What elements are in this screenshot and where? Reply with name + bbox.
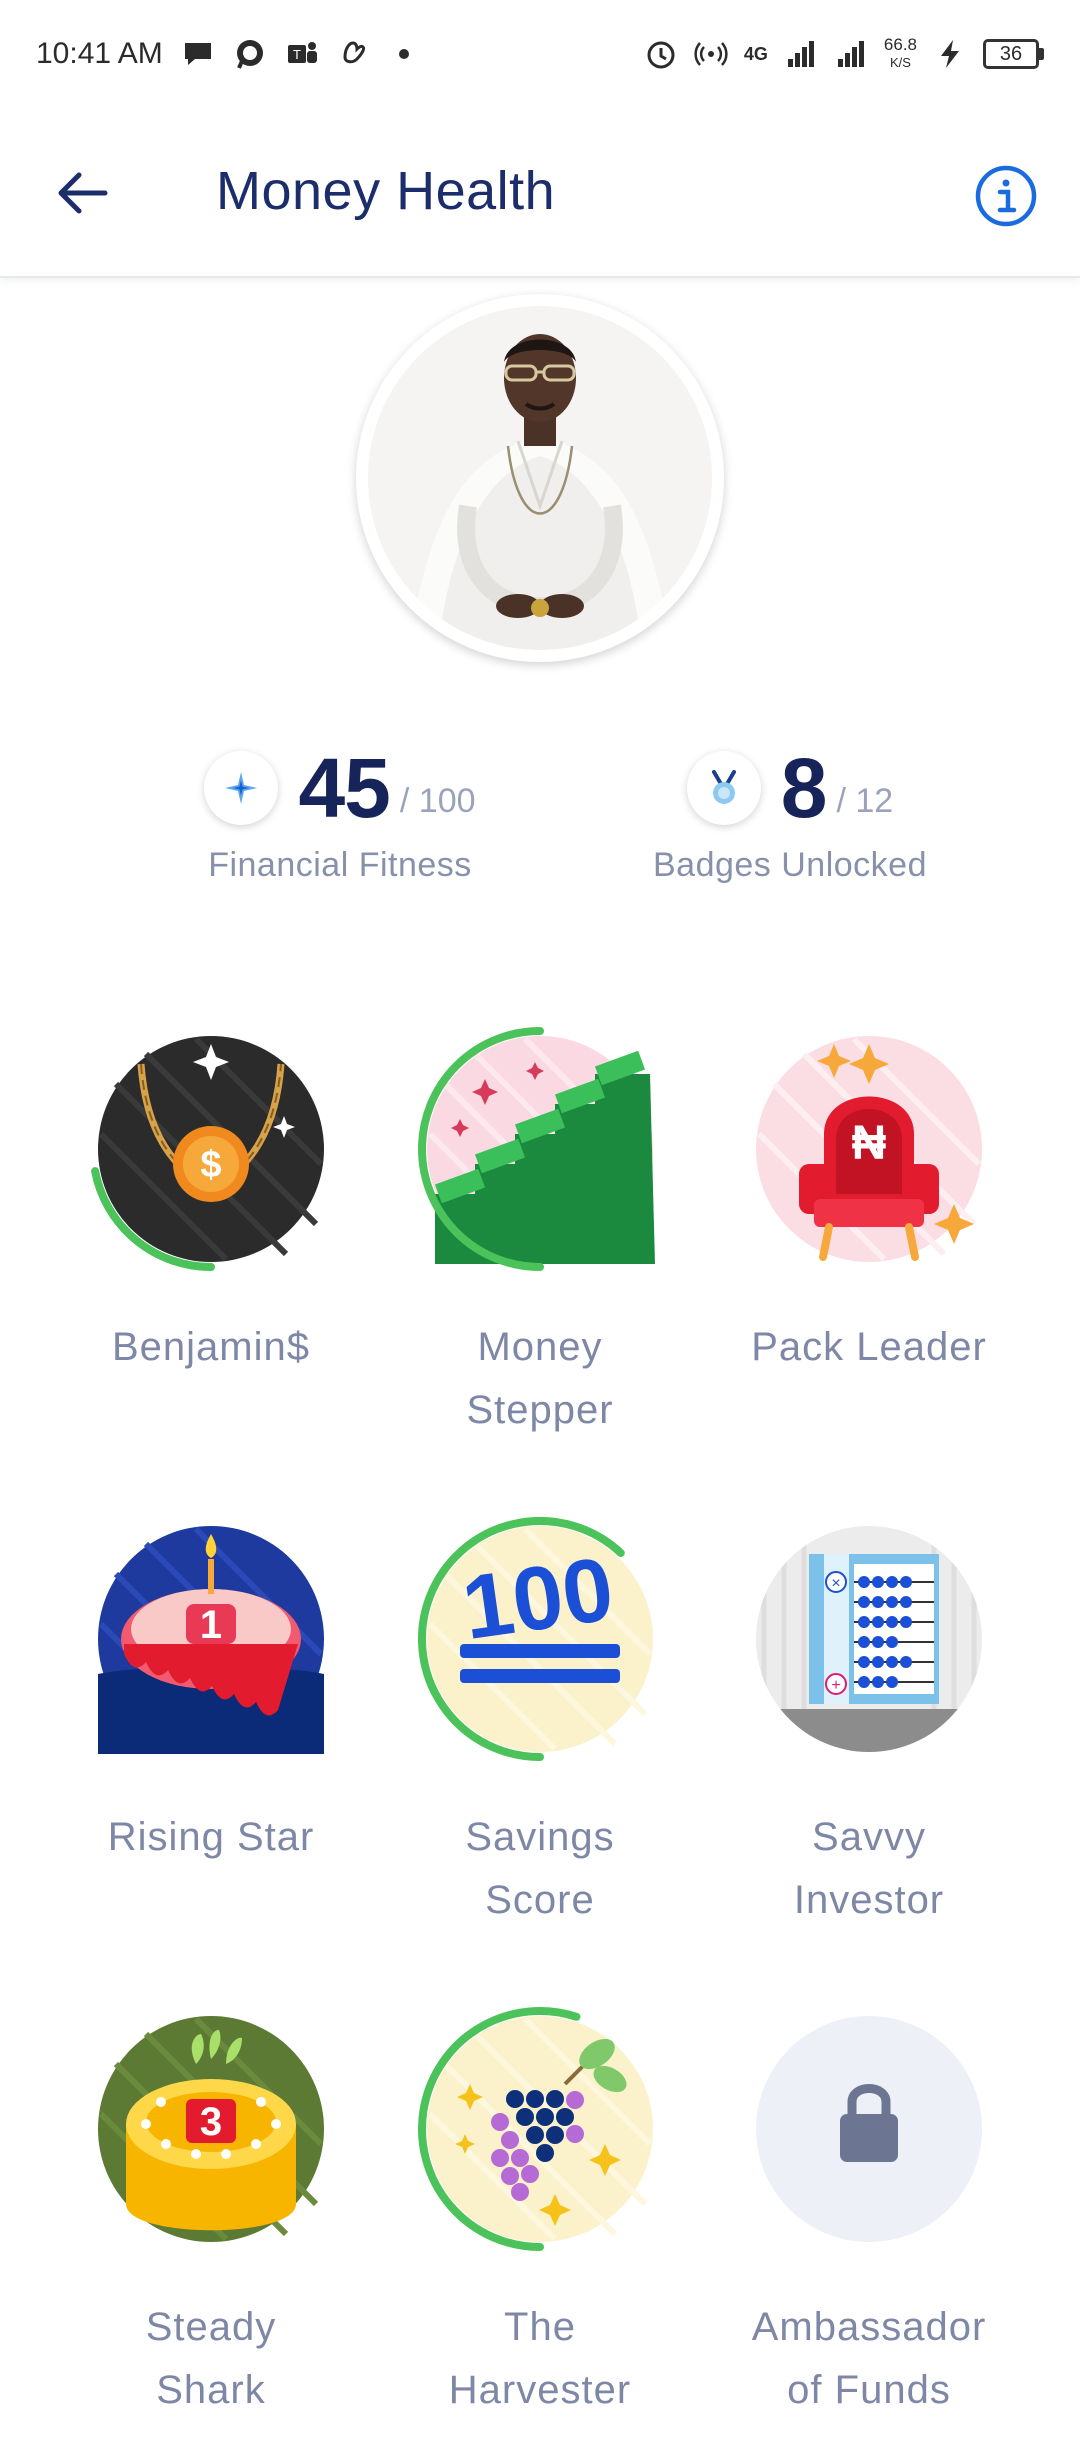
status-bar: 10:41 AM T 4G 66.8 K/S 36 — [0, 0, 1080, 108]
badge-label: Steady Shark — [46, 2296, 376, 2422]
info-button[interactable] — [974, 164, 1038, 228]
signal-2-icon — [837, 41, 864, 67]
status-right: 4G 66.8 K/S 36 — [644, 36, 1044, 72]
medal-glyph — [711, 770, 736, 804]
svg-text:T: T — [293, 47, 301, 62]
network-speed: 66.8 K/S — [884, 36, 917, 72]
badge-label: Rising Star — [46, 1806, 376, 1869]
arrow-left-icon — [58, 172, 108, 214]
info-circle-icon — [975, 165, 1037, 227]
network-speed-value: 66.8 — [883, 35, 917, 54]
badges-unlocked-row: 8 / 12 — [590, 738, 990, 838]
gold-chain-icon: $ — [91, 1036, 324, 1271]
birthday-cake-icon: 1 — [98, 1526, 324, 1754]
badge-label: Savvy Investor — [704, 1806, 1034, 1932]
score-100-icon: 100 — [418, 1517, 653, 1761]
badge-label-line1: Money — [477, 1325, 603, 1369]
badge-label-line1: Benjamin$ — [111, 1325, 310, 1369]
badge-label-line2: Shark — [156, 2368, 266, 2412]
locked-badge — [756, 2016, 982, 2242]
badges-unlocked-label: Badges Unlocked — [652, 846, 927, 884]
badge-label-line1: The — [504, 2305, 576, 2349]
badge-label-line1: Savings — [465, 1815, 615, 1859]
svg-text:+: + — [831, 1677, 840, 1694]
financial-fitness-stat: 45 / 100 Financial Fitness — [140, 738, 540, 898]
hand-wave-icon — [343, 41, 365, 64]
badge-label: The Harvester — [375, 2296, 705, 2422]
charging-icon — [941, 40, 959, 68]
badge-rising-star[interactable]: 1 Rising Star — [46, 1514, 376, 1869]
financial-fitness-label: Financial Fitness — [208, 846, 472, 884]
grapes-icon — [418, 2007, 653, 2251]
medal-icon — [686, 751, 761, 825]
hotspot-icon — [694, 42, 728, 66]
status-left: 10:41 AM T — [36, 37, 409, 71]
badge-label: Pack Leader — [704, 1316, 1034, 1379]
notification-dot-icon — [398, 49, 409, 59]
cake-3-icon: 3 — [98, 2016, 324, 2242]
financial-fitness-total: / 100 — [399, 781, 476, 820]
badge-label: Savings Score — [375, 1806, 705, 1932]
badge-label-line1: Rising Star — [107, 1815, 315, 1859]
badge-label-line2: of Funds — [787, 2368, 951, 2412]
svg-text:₦: ₦ — [852, 1117, 887, 1170]
badge-label: Ambassador of Funds — [704, 2296, 1034, 2422]
badge-the-harvester[interactable]: The Harvester — [375, 2004, 705, 2422]
badge-label-line2: Investor — [793, 1878, 945, 1922]
svg-text:$: $ — [200, 1144, 221, 1186]
badge-benjamins[interactable]: $ Benjamin$ — [46, 1024, 376, 1379]
badge-money-stepper[interactable]: Money Stepper — [375, 1024, 705, 1442]
battery-icon: 36 — [983, 39, 1044, 69]
badge-savings-score[interactable]: 100 Savings Score — [375, 1514, 705, 1932]
badge-label-line1: Ambassador — [751, 2305, 987, 2349]
status-time: 10:41 AM — [36, 37, 163, 70]
badge-pack-leader[interactable]: ₦ Pack Leader — [704, 1024, 1034, 1379]
app-bar: Money Health — [0, 108, 1080, 278]
financial-fitness-row: 45 / 100 — [140, 738, 540, 838]
badges-unlocked-stat: 8 / 12 Badges Unlocked — [590, 738, 990, 898]
network-type: 4G — [743, 43, 768, 64]
teams-icon: T — [287, 42, 317, 63]
badge-label-line1: Steady — [145, 2305, 277, 2349]
badge-savvy-investor[interactable]: × + Savvy Investor — [704, 1514, 1034, 1932]
page-title: Money Health — [216, 161, 556, 221]
svg-text:100: 100 — [457, 1539, 620, 1659]
back-button[interactable] — [50, 163, 116, 223]
sparkle-glyph — [225, 772, 258, 804]
abacus-icon: × + — [756, 1526, 982, 1752]
badge-label-line2: Score — [485, 1878, 595, 1922]
svg-text:3: 3 — [200, 2100, 222, 2144]
svg-text:×: × — [831, 1575, 840, 1592]
financial-fitness-value: 45 — [298, 740, 390, 835]
badge-label-line2: Harvester — [448, 2368, 632, 2412]
alarm-icon — [647, 41, 675, 69]
badge-label-line1: Pack Leader — [751, 1325, 987, 1369]
badge-label-line1: Savvy — [812, 1815, 926, 1859]
battery-cap — [1039, 48, 1044, 60]
battery-level: 36 — [983, 39, 1039, 69]
badge-label: Benjamin$ — [46, 1316, 376, 1379]
badge-label: Money Stepper — [375, 1316, 705, 1442]
badges-unlocked-value: 8 — [780, 740, 828, 835]
chat-icon — [184, 43, 211, 65]
throne-icon: ₦ — [756, 1036, 982, 1262]
badge-label-line2: Stepper — [466, 1388, 614, 1432]
avatar-photo — [368, 306, 712, 650]
whatsapp-icon — [236, 40, 263, 69]
network-speed-unit: K/S — [889, 55, 911, 70]
profile-avatar[interactable] — [356, 294, 724, 662]
svg-text:1: 1 — [200, 1603, 222, 1647]
money-stairs-icon — [418, 1027, 655, 1271]
badge-ambassador-of-funds[interactable]: Ambassador of Funds — [704, 2004, 1034, 2422]
signal-icon — [787, 41, 814, 67]
badges-unlocked-total: / 12 — [836, 781, 894, 820]
sparkle-icon — [204, 751, 279, 825]
badge-steady-shark[interactable]: 3 Steady Shark — [46, 2004, 376, 2422]
